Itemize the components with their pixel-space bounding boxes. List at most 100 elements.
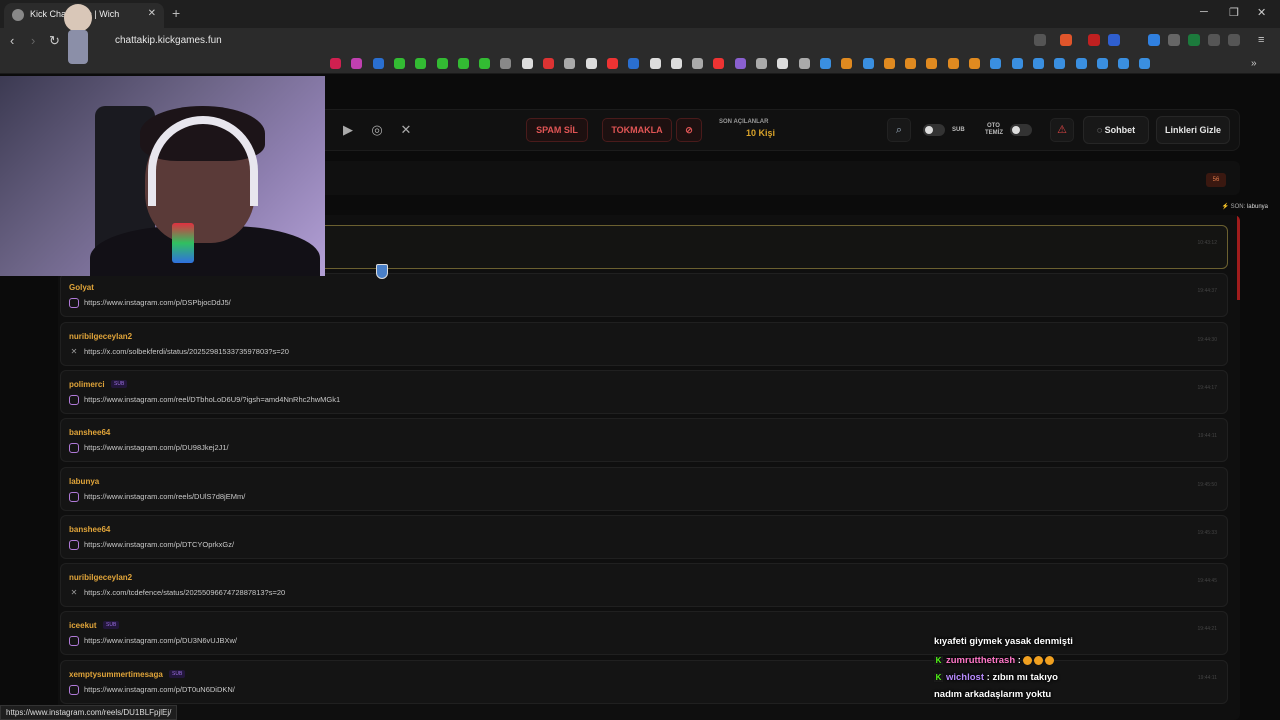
bookmark-icon[interactable] [862, 58, 874, 69]
message-card[interactable]: Golyat https://www.instagram.com/p/DSPbjo… [60, 273, 1228, 318]
restore-button[interactable]: ❐ [1229, 6, 1239, 19]
bookmark-icon[interactable] [543, 58, 554, 69]
bookmark-icon[interactable] [1054, 58, 1066, 69]
sub-badge: SUB [103, 621, 120, 630]
message-link[interactable]: https://www.instagram.com/p/DU3N6vUJBXw/ [84, 636, 237, 645]
spam-delete-button[interactable]: SPAM SİL [526, 118, 588, 142]
message-username[interactable]: xemptysummertimesaga [69, 670, 163, 679]
bookmark-icon[interactable] [692, 58, 704, 69]
sub-toggle-label: SUB [952, 127, 965, 133]
x-icon: ✕ [70, 346, 78, 356]
x-icon[interactable]: ✕ [397, 121, 415, 139]
bookmark-icon[interactable] [393, 58, 405, 69]
message-card[interactable]: banshee64 https://www.instagram.com/p/DU9… [60, 418, 1228, 463]
close-window-button[interactable]: ✕ [1257, 6, 1266, 19]
bookmark-icon[interactable] [756, 58, 767, 69]
warning-icon[interactable]: ⚠ [1050, 118, 1074, 142]
auto-clean-toggle[interactable] [1010, 124, 1032, 136]
ban-button[interactable]: ⊘ [676, 118, 702, 142]
bookmark-icon[interactable] [969, 58, 980, 69]
bookmark-icon[interactable] [713, 58, 725, 69]
bookmark-icon[interactable] [734, 58, 746, 69]
bookmark-icon[interactable] [1139, 58, 1151, 69]
forward-button[interactable]: › [31, 33, 35, 48]
bookmark-icon[interactable] [819, 58, 831, 69]
bookmark-icon[interactable] [1011, 58, 1023, 69]
message-card[interactable]: banshee64 https://www.instagram.com/p/DTC… [60, 514, 1228, 559]
message-card[interactable]: nuribilgeceylan2 ✕ https://x.com/tcdefence… [60, 563, 1228, 608]
bookmark-icon[interactable] [457, 58, 469, 69]
tab-close-icon[interactable]: ✕ [148, 8, 156, 19]
bookmark-icon[interactable] [436, 58, 448, 69]
bookmark-icon[interactable] [1096, 58, 1108, 69]
ublock-icon[interactable] [1088, 34, 1100, 46]
bookmark-icon[interactable] [841, 58, 853, 69]
feed-scrollbar[interactable] [1237, 215, 1240, 300]
menu-icon[interactable]: ≡ [1258, 34, 1270, 46]
extension-icon[interactable] [1188, 34, 1200, 46]
bookmark-icon[interactable] [777, 58, 789, 69]
bookmark-icon[interactable] [500, 58, 512, 69]
message-username[interactable]: banshee64 [69, 525, 110, 534]
chat-button[interactable]: ◌ Sohbet [1083, 116, 1149, 144]
message-username[interactable]: banshee64 [69, 428, 110, 437]
message-username[interactable]: Golyat [69, 283, 94, 292]
message-link[interactable]: https://www.instagram.com/reel/DTbhoLoD6… [84, 395, 340, 404]
message-username[interactable]: polimerci [69, 380, 105, 389]
more-bookmarks-icon[interactable]: » [1251, 58, 1262, 69]
instagram-icon[interactable]: ◎ [368, 121, 386, 139]
message-card[interactable]: labunya https://www.instagram.com/reels/D… [60, 466, 1228, 511]
bookmark-icon[interactable] [905, 58, 917, 69]
message-username[interactable]: iceekut [69, 621, 97, 630]
message-card[interactable]: iceekut SUB https://www.instagram.com/p/DU… [60, 611, 1228, 656]
bookmark-icon[interactable] [415, 58, 427, 69]
hide-links-button[interactable]: Linkleri Gizle [1156, 116, 1230, 144]
new-tab-button[interactable]: + [172, 5, 180, 21]
bookmark-icon[interactable] [330, 58, 341, 69]
search-icon[interactable]: ⌕ [887, 118, 911, 142]
bookmark-icon[interactable] [585, 58, 597, 69]
tokmakla-button[interactable]: TOKMAKLA [602, 118, 672, 142]
bookmark-icon[interactable] [564, 58, 576, 69]
message-link[interactable]: https://www.instagram.com/p/DU98Jkej2J1/ [84, 443, 229, 452]
url-field[interactable]: chattakip.kickgames.fun [115, 35, 222, 46]
bookmark-icon[interactable] [1118, 58, 1130, 69]
message-card[interactable]: polimerci SUB https://www.instagram.com/re… [60, 369, 1228, 414]
message-username[interactable]: nuribilgeceylan2 [69, 332, 132, 341]
bookmark-icon[interactable] [479, 58, 491, 69]
extension-icon[interactable] [1148, 34, 1160, 46]
message-link[interactable]: https://www.instagram.com/p/DTCYOprkxGz/ [84, 540, 234, 549]
bookmark-icon[interactable] [926, 58, 938, 69]
message-username[interactable]: labunya [69, 477, 99, 486]
bookmark-icon[interactable] [649, 58, 661, 69]
bookmark-icon[interactable] [606, 58, 618, 69]
bookmark-icon[interactable] [670, 58, 682, 69]
message-username[interactable]: nuribilgeceylan2 [69, 573, 132, 582]
message-link[interactable]: https://www.instagram.com/reels/DUlS7d8j… [84, 492, 245, 501]
bookmark-icon[interactable] [947, 58, 959, 69]
minimize-button[interactable]: ─ [1200, 6, 1208, 18]
bookmark-icon[interactable] [798, 58, 810, 69]
bookmark-icon[interactable] [883, 58, 895, 69]
brave-shield-icon[interactable] [1060, 34, 1072, 46]
back-button[interactable]: ‹ [10, 33, 14, 48]
message-card[interactable]: nuribilgeceylan2 ✕ https://x.com/solbekfer… [60, 321, 1228, 366]
bookmark-icon[interactable] [372, 58, 384, 69]
bookmark-icon[interactable] [628, 58, 640, 69]
message-link[interactable]: https://x.com/solbekferdi/status/2025298… [84, 347, 289, 356]
sub-toggle[interactable] [923, 124, 945, 136]
bookmark-icon[interactable] [1075, 58, 1087, 69]
message-link[interactable]: https://x.com/tcdefence/status/202550966… [84, 588, 285, 597]
message-link[interactable]: https://www.instagram.com/p/DT0uN6DiDKN/ [84, 685, 235, 694]
extension-icon[interactable] [1108, 34, 1120, 46]
extensions-puzzle-icon[interactable] [1208, 34, 1220, 46]
extension-icon[interactable] [1168, 34, 1180, 46]
bookmark-icon[interactable] [1032, 58, 1044, 69]
sidebar-icon[interactable] [1228, 34, 1240, 46]
youtube-icon[interactable]: ▶ [339, 121, 357, 139]
bookmark-icon[interactable] [521, 58, 533, 69]
share-icon[interactable] [1034, 34, 1046, 46]
message-link[interactable]: https://www.instagram.com/p/DSPbjocDdJ5/ [84, 298, 231, 307]
bookmark-icon[interactable] [990, 58, 1002, 69]
bookmark-icon[interactable] [351, 58, 363, 69]
